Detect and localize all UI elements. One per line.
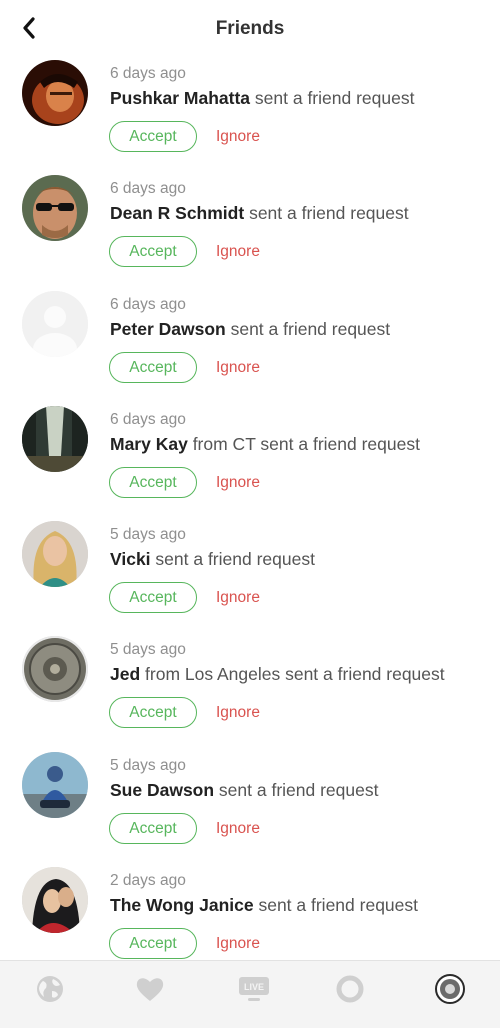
request-time: 5 days ago: [110, 641, 186, 659]
accept-button[interactable]: Accept: [109, 697, 197, 729]
avatar-pushkar[interactable]: [22, 60, 88, 126]
accept-button[interactable]: Accept: [109, 582, 197, 614]
circle-icon[interactable]: [334, 973, 366, 1005]
request-time: 6 days ago: [110, 410, 186, 428]
request-text: from Los Angeles sent a friend request: [140, 664, 445, 685]
request-message: Vicki sent a friend request: [110, 549, 315, 570]
ignore-button[interactable]: Ignore: [216, 582, 260, 611]
request-time: 6 days ago: [110, 180, 186, 198]
avatar-dean[interactable]: [22, 175, 88, 242]
request-message: Dean R Schmidt sent a friend request: [110, 203, 409, 224]
profile-avatar-icon[interactable]: [434, 973, 466, 1005]
friend-request-item: 6 days ago Mary Kay from CT sent a frien…: [0, 404, 500, 519]
request-message: Pushkar Mahatta sent a friend request: [110, 88, 414, 109]
accept-button[interactable]: Accept: [109, 236, 197, 268]
bottom-tab-bar: LIVE: [0, 960, 500, 1028]
request-text: sent a friend request: [250, 88, 415, 108]
ignore-button[interactable]: Ignore: [216, 236, 260, 265]
request-text: sent a friend request: [244, 203, 409, 224]
sender-name[interactable]: Pushkar Mahatta: [110, 88, 250, 108]
accept-button[interactable]: Accept: [109, 466, 197, 498]
request-text: from CT sent a friend request: [187, 433, 420, 454]
ignore-button[interactable]: Ignore: [216, 928, 260, 957]
header: Friends: [0, 0, 500, 58]
friend-request-item: 6 days ago Peter Dawson sent a friend re…: [0, 289, 500, 404]
friend-request-list: 6 days ago Pushkar Mahatta sent a friend…: [0, 58, 500, 980]
friend-request-item: 5 days ago Sue Dawson sent a friend requ…: [0, 750, 500, 865]
avatar-wong[interactable]: [22, 867, 88, 934]
request-message: Sue Dawson sent a friend request: [110, 780, 378, 801]
heart-icon[interactable]: [134, 973, 166, 1005]
request-message: The Wong Janice sent a friend request: [110, 895, 418, 916]
request-message: Mary Kay from CT sent a friend request: [110, 434, 420, 455]
avatar-vicki[interactable]: [22, 521, 88, 588]
request-time: 6 days ago: [110, 65, 186, 82]
live-icon[interactable]: LIVE: [238, 973, 270, 1005]
friend-request-item: 5 days ago Jed from Los Angeles sent a f…: [0, 634, 500, 749]
friend-request-item: 5 days ago Vicki sent a friend request A…: [0, 519, 500, 634]
request-time: 5 days ago: [110, 526, 186, 544]
friend-request-item: 6 days ago Pushkar Mahatta sent a friend…: [0, 58, 500, 173]
avatar-default[interactable]: [22, 290, 88, 357]
sender-name[interactable]: Sue Dawson: [110, 780, 214, 800]
sender-name[interactable]: Dean R Schmidt: [110, 203, 244, 223]
live-label: LIVE: [244, 982, 264, 992]
page-title: Friends: [215, 18, 285, 39]
ignore-button[interactable]: Ignore: [216, 697, 260, 726]
accept-button[interactable]: Accept: [109, 351, 197, 383]
friend-request-item: 6 days ago Dean R Schmidt sent a friend …: [0, 173, 500, 288]
ignore-button[interactable]: Ignore: [216, 121, 260, 150]
request-text: sent a friend request: [225, 318, 391, 339]
request-text: sent a friend request: [253, 895, 418, 916]
sender-name[interactable]: Peter Dawson: [110, 319, 226, 339]
avatar-sue[interactable]: [22, 751, 88, 818]
globe-icon[interactable]: [34, 973, 66, 1005]
request-text: sent a friend request: [150, 549, 315, 570]
avatar-jed[interactable]: [22, 636, 88, 703]
ignore-button[interactable]: Ignore: [216, 467, 260, 496]
avatar-mary[interactable]: [22, 405, 88, 472]
sender-name[interactable]: Mary Kay: [110, 434, 188, 454]
accept-button[interactable]: Accept: [109, 121, 197, 152]
request-message: Peter Dawson sent a friend request: [110, 319, 390, 340]
request-time: 6 days ago: [110, 295, 186, 313]
request-time: 5 days ago: [110, 756, 186, 774]
request-text: sent a friend request: [214, 779, 379, 800]
sender-name[interactable]: The Wong Janice: [110, 895, 254, 915]
ignore-button[interactable]: Ignore: [216, 813, 260, 842]
request-time: 2 days ago: [110, 872, 186, 890]
accept-button[interactable]: Accept: [109, 812, 197, 844]
request-message: Jed from Los Angeles sent a friend reque…: [110, 664, 445, 685]
sender-name[interactable]: Vicki: [110, 549, 151, 569]
accept-button[interactable]: Accept: [109, 928, 197, 960]
ignore-button[interactable]: Ignore: [216, 352, 260, 381]
sender-name[interactable]: Jed: [110, 664, 140, 684]
